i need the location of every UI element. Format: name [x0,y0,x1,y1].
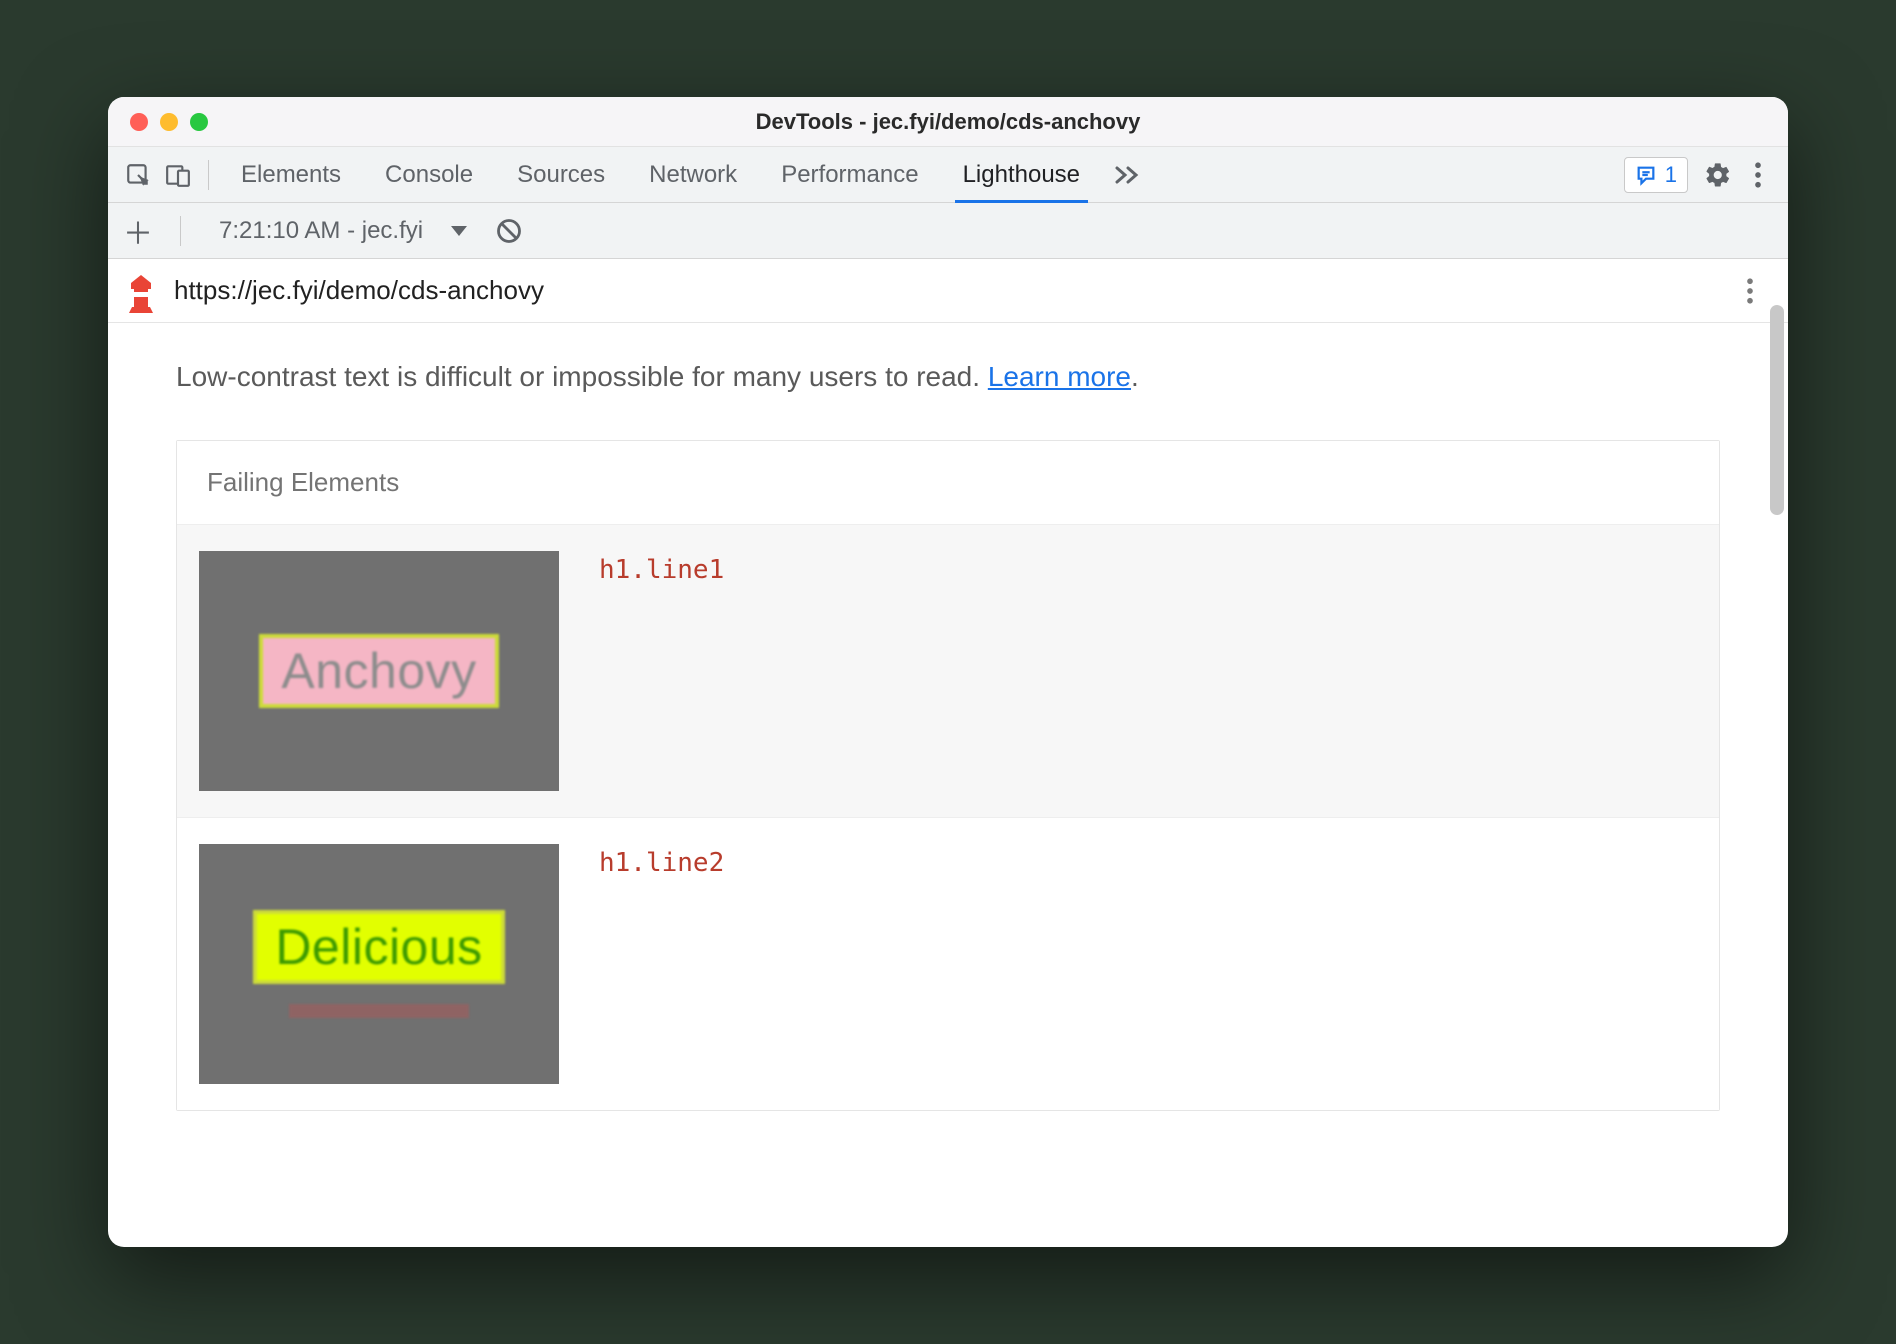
device-toolbar-icon[interactable] [158,155,198,195]
element-selector: h1.line1 [599,551,724,791]
tab-network[interactable]: Network [627,147,759,203]
thumbnail-secondary [289,1004,469,1018]
tab-sources[interactable]: Sources [495,147,627,203]
thumbnail-highlight: Delicious [253,910,504,984]
element-selector: h1.line2 [599,844,724,1084]
thumbnail-highlight: Anchovy [259,634,498,708]
close-window-button[interactable] [130,113,148,131]
maximize-window-button[interactable] [190,113,208,131]
divider [208,160,209,190]
report-selector-label: 7:21:10 AM - jec.fyi [219,217,423,245]
report-menu-icon[interactable] [1730,271,1770,311]
failing-elements-panel: Failing Elements Anchovy h1.line1 Delici… [176,440,1720,1111]
audit-description: Low-contrast text is difficult or imposs… [176,357,1720,396]
minimize-window-button[interactable] [160,113,178,131]
failing-element-row[interactable]: Delicious h1.line2 [177,818,1719,1110]
tab-elements[interactable]: Elements [219,147,363,203]
window-controls [130,113,208,131]
tab-performance[interactable]: Performance [759,147,940,203]
report-selector[interactable]: 7:21:10 AM - jec.fyi [205,217,481,245]
titlebar: DevTools - jec.fyi/demo/cds-anchovy [108,97,1788,147]
lighthouse-url-bar: https://jec.fyi/demo/cds-anchovy [108,259,1788,323]
divider [180,216,181,246]
element-thumbnail: Anchovy [199,551,559,791]
learn-more-link[interactable]: Learn more [988,361,1131,392]
more-tabs-button[interactable] [1102,165,1152,185]
tab-console[interactable]: Console [363,147,495,203]
audit-description-suffix: . [1131,361,1139,392]
audit-description-text: Low-contrast text is difficult or imposs… [176,361,988,392]
inspect-element-icon[interactable] [118,155,158,195]
chevron-down-icon [451,226,467,236]
tabs: Elements Console Sources Network Perform… [219,147,1102,203]
panel-title: Failing Elements [177,441,1719,525]
window-title: DevTools - jec.fyi/demo/cds-anchovy [108,109,1788,135]
devtools-tabbar: Elements Console Sources Network Perform… [108,147,1788,203]
issues-badge[interactable]: 1 [1624,157,1688,193]
settings-icon[interactable] [1698,155,1738,195]
report-content: Low-contrast text is difficult or imposs… [108,323,1788,1247]
kebab-menu-icon[interactable] [1738,155,1778,195]
new-report-button[interactable]: ＋ [120,209,156,253]
report-url: https://jec.fyi/demo/cds-anchovy [174,275,544,306]
devtools-window: DevTools - jec.fyi/demo/cds-anchovy Elem… [108,97,1788,1247]
failing-element-row[interactable]: Anchovy h1.line1 [177,525,1719,818]
lighthouse-toolbar: ＋ 7:21:10 AM - jec.fyi [108,203,1788,259]
scrollbar[interactable] [1770,305,1784,515]
issues-count: 1 [1665,162,1677,188]
lighthouse-icon [126,273,156,309]
clear-icon[interactable] [495,217,523,245]
element-thumbnail: Delicious [199,844,559,1084]
tab-lighthouse[interactable]: Lighthouse [941,147,1102,203]
